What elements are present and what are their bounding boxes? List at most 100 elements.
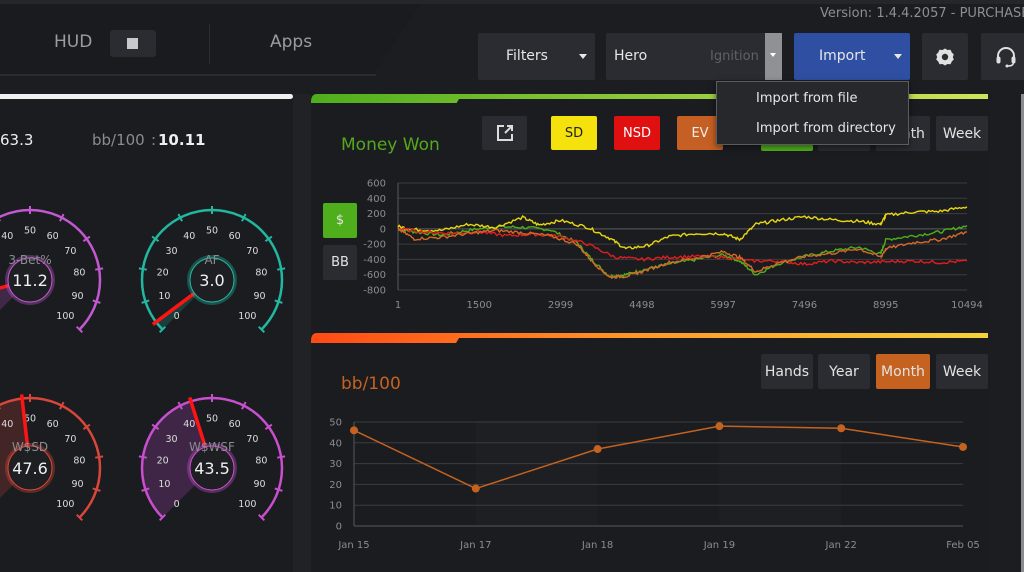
data-point[interactable] bbox=[715, 422, 724, 431]
chevron-down-icon bbox=[770, 53, 776, 57]
top-strip bbox=[0, 0, 1024, 4]
gauge-tick-label: 100 bbox=[56, 311, 74, 322]
gauge-label: 3-Bet% bbox=[8, 253, 52, 267]
x-tick-label: Jan 15 bbox=[337, 540, 369, 551]
right-edge-panel bbox=[990, 94, 1024, 572]
bb100-value: 10.11 bbox=[158, 131, 206, 149]
nav-hud[interactable]: HUD bbox=[54, 32, 92, 52]
gauge-tick bbox=[141, 299, 150, 304]
player-dropdown-toggle[interactable] bbox=[765, 33, 782, 80]
app-root: HUD Apps Version: 1.4.4.2057 - PURCHASE … bbox=[0, 0, 1024, 572]
y-tick-label: 0 bbox=[380, 224, 386, 235]
y-tick-label: 50 bbox=[329, 418, 342, 429]
data-point[interactable] bbox=[593, 445, 602, 454]
gauge-tick-label: 90 bbox=[254, 479, 266, 490]
headset-icon bbox=[996, 46, 1016, 67]
stats-panel: 63.3 bb/100 : 10.11 01020304050607080901… bbox=[0, 94, 293, 572]
gauge-wwsf: 010203040 50 6070809010043.5 bbox=[138, 394, 286, 522]
gauge-tick-label: 20 bbox=[157, 456, 169, 467]
plot-band bbox=[719, 422, 842, 526]
nav-apps[interactable]: Apps bbox=[270, 32, 312, 52]
bb100-panel: bb/100 Hands Year Month Week 50 40 30 20 10 0 Jan… bbox=[311, 333, 990, 572]
y-tick-label: 400 bbox=[367, 194, 386, 205]
gauge-tick-label: 60 bbox=[229, 419, 241, 430]
gauge-label: AF bbox=[204, 253, 220, 267]
gauge-tick-label: 60 bbox=[229, 231, 241, 242]
player-select[interactable]: Hero Ignition bbox=[606, 33, 782, 80]
chevron-down-icon bbox=[894, 54, 902, 59]
x-tick-label: Jan 22 bbox=[825, 540, 857, 551]
gauge-value: 11.2 bbox=[12, 271, 48, 290]
gauge-tick-label: 20 bbox=[157, 268, 169, 279]
gauge-tick-label: 40 bbox=[183, 419, 195, 430]
gauge-tick bbox=[95, 455, 104, 459]
y-tick-label: -400 bbox=[363, 255, 386, 266]
bb100-separator: : bbox=[151, 131, 157, 149]
gauge-tick-label: 40 bbox=[1, 419, 13, 430]
data-point[interactable] bbox=[350, 426, 358, 435]
filters-button[interactable]: Filters bbox=[478, 33, 595, 80]
gauge-tick bbox=[277, 455, 286, 459]
gauge-tick-label: 60 bbox=[47, 419, 59, 430]
x-tick-label: 7496 bbox=[792, 300, 817, 311]
y-tick-label: 20 bbox=[329, 480, 342, 491]
data-point[interactable] bbox=[471, 484, 480, 493]
gauge-tick-label: 0 bbox=[174, 499, 180, 510]
bb100-line bbox=[353, 425, 964, 490]
import-label: Import bbox=[819, 48, 866, 64]
y-tick-label: -600 bbox=[363, 270, 386, 281]
top-nav: HUD Apps bbox=[0, 4, 420, 74]
bb100-label: bb/100 bbox=[92, 131, 145, 149]
gauge-tick-label: 40 bbox=[183, 231, 195, 242]
x-tick-label: 10494 bbox=[951, 300, 983, 311]
gauge-tick-label: 10 bbox=[158, 291, 170, 302]
gauge-tick bbox=[95, 267, 104, 271]
gauge-tick-label: 100 bbox=[238, 311, 256, 322]
player-name: Hero bbox=[614, 48, 648, 64]
support-button[interactable] bbox=[981, 33, 1024, 80]
gauge-tick bbox=[274, 487, 283, 492]
y-tick-label: -800 bbox=[363, 286, 386, 297]
data-point[interactable] bbox=[959, 442, 967, 451]
gauge-tick-label: 80 bbox=[255, 456, 267, 467]
menu-item-import-file[interactable]: Import from file bbox=[756, 91, 857, 106]
x-tick-label: 1500 bbox=[467, 300, 492, 311]
gauge-tick-label: 60 bbox=[47, 231, 59, 242]
gauge-tick bbox=[277, 267, 286, 271]
panel-accent-bar bbox=[0, 94, 293, 99]
data-point[interactable] bbox=[837, 424, 846, 433]
y-tick-label: 40 bbox=[329, 438, 342, 449]
import-dropdown-menu: Import from file Import from directory bbox=[716, 81, 909, 145]
gauge-tick bbox=[92, 299, 101, 304]
gauge-tick-label: 100 bbox=[56, 499, 74, 510]
gauge-tick-label: 50 bbox=[206, 414, 218, 425]
gauge-tick bbox=[138, 267, 147, 271]
x-tick-label: 5997 bbox=[710, 300, 735, 311]
x-tick-label: Jan 19 bbox=[703, 540, 735, 551]
gauge-value: 3.0 bbox=[199, 271, 224, 290]
player-site: Ignition bbox=[710, 49, 759, 64]
x-tick-label: Jan 17 bbox=[459, 540, 491, 551]
menu-item-import-directory[interactable]: Import from directory bbox=[756, 121, 896, 136]
gauge-tick bbox=[274, 299, 283, 304]
gauge-label: W$WSF bbox=[189, 440, 235, 454]
gauge-tick-label: 100 bbox=[238, 499, 256, 510]
import-button[interactable]: Import bbox=[794, 33, 910, 80]
stop-icon bbox=[127, 38, 138, 49]
x-tick-label: 1 bbox=[395, 300, 401, 311]
y-tick-label: 0 bbox=[336, 522, 342, 533]
gauge-tick-label: 90 bbox=[254, 291, 266, 302]
settings-button[interactable] bbox=[922, 33, 968, 80]
gauge-tick-label: 80 bbox=[255, 268, 267, 279]
y-tick-label: 10 bbox=[329, 501, 342, 512]
version-label: Version: 1.4.4.2057 - PURCHASE bbox=[820, 6, 1024, 21]
hud-toggle[interactable] bbox=[110, 30, 156, 57]
x-tick-label: 8995 bbox=[873, 300, 898, 311]
gear-icon bbox=[936, 48, 954, 65]
gauge-af: 010203040 50 607080901003.0 bbox=[138, 206, 286, 334]
x-tick-label: Feb 05 bbox=[946, 540, 980, 551]
gauge-tick-label: 10 bbox=[158, 479, 170, 490]
gauge-wsd: 010203040506070809010047.6 bbox=[0, 394, 104, 522]
x-tick-label: 4498 bbox=[629, 300, 654, 311]
gauge-tick bbox=[138, 455, 147, 459]
